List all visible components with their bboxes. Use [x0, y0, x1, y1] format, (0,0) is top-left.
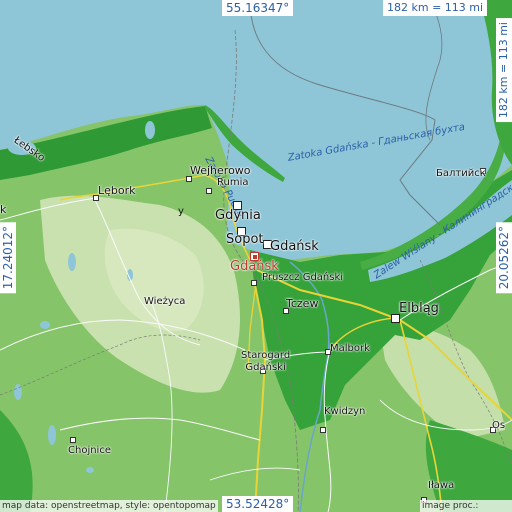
city-label-gdynia: Gdynia [215, 208, 261, 223]
city-label-sopot: Sopot [226, 232, 264, 247]
city-label-ilawa: Iława [428, 480, 455, 491]
coord-bottom-label: 53.52428° [222, 496, 294, 512]
city-label-elblag: Elbląg [399, 301, 439, 316]
settlement-marker [206, 188, 212, 194]
city-label-wiezyca: Wieżyca [144, 296, 186, 307]
settlement-marker [70, 437, 76, 443]
map-canvas[interactable]: Zatoka Pucka Zatoka Gdańska - Гданьская … [0, 0, 512, 512]
coord-right-label: 20.05262° [496, 222, 512, 294]
coord-top-label: 55.16347° [222, 0, 294, 16]
city-label-chojnice: Chojnice [68, 445, 111, 456]
map-marking-y: y [178, 206, 184, 217]
maritime-boundary [249, 0, 441, 226]
scale-horizontal-label: 182 km = 113 mi [383, 0, 488, 16]
city-label-kwidzyn: Kwidzyn [324, 406, 366, 417]
lake [68, 253, 76, 271]
city-label-edge-right: Os [492, 420, 506, 431]
coord-left-label: 17.24012° [0, 222, 16, 294]
attribution-right: image proc.: elevation.city [420, 500, 512, 512]
city-label-malbork: Malbork [330, 343, 370, 354]
city-label-baltiysk: Балтийск [436, 168, 486, 179]
city-label-rumia: Rumia [217, 177, 249, 188]
city-label-starogard: Starogard Gdański [241, 350, 291, 373]
lake [48, 425, 56, 445]
city-label-tczew: Tczew [286, 297, 319, 310]
lake [40, 321, 50, 329]
settlement-marker [320, 427, 326, 433]
lake [86, 467, 94, 473]
city-label-pruszcz: Pruszcz Gdański [262, 272, 344, 283]
settlement-marker [251, 280, 257, 286]
city-label-wejherowo: Wejherowo [190, 164, 251, 177]
city-label-gdansk-main: Gdańsk [270, 239, 319, 254]
attribution-left: map data: openstreetmap, style: opentopo… [0, 500, 218, 512]
lake [145, 121, 155, 139]
scale-vertical-label: 182 km = 113 mi [496, 18, 512, 123]
city-label-lebork: Lębork [98, 184, 136, 197]
city-label-edge-left: k [0, 203, 7, 216]
lake [14, 384, 22, 400]
